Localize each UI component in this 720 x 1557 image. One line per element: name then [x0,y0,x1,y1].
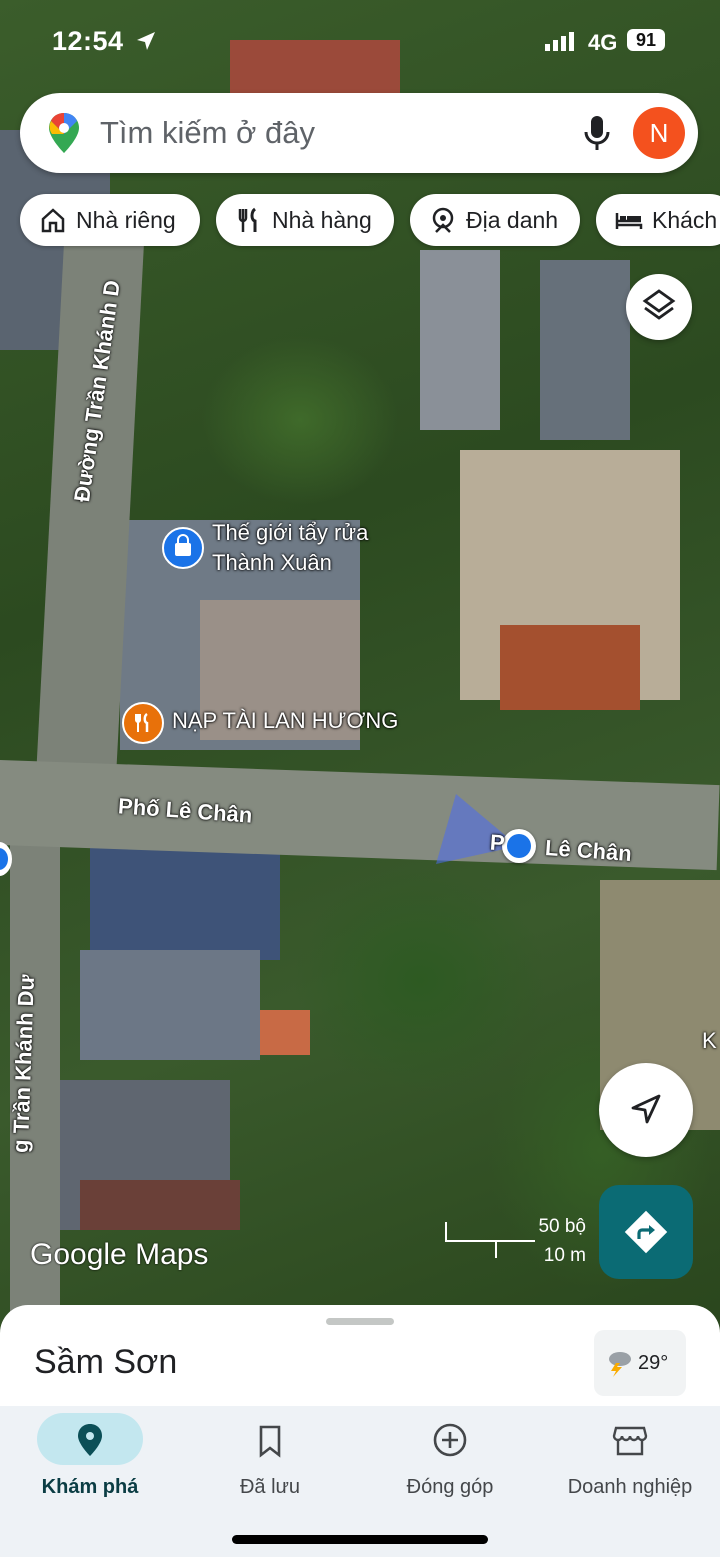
storefront-icon [612,1426,648,1456]
signal-icon [545,32,574,51]
chip-label: Khách [652,206,718,233]
home-indicator[interactable] [232,1535,488,1544]
landmark-icon [432,207,454,233]
explore-pin-icon [78,1424,102,1456]
tab-label: Doanh nghiệp [567,1476,693,1498]
add-circle-icon [433,1423,467,1457]
category-chips: Nhà riêng Nhà hàng Địa danh Khách [20,194,720,248]
scale-metric: 10 m [543,1245,586,1266]
map-scale: 50 bộ 10 m [445,1216,590,1268]
street-label-main-right-prefix: P [489,829,506,856]
scale-imperial: 50 bộ [538,1216,586,1237]
chip-landmark[interactable]: Địa danh [410,194,580,246]
status-time: 12:54 [52,26,124,56]
tab-business[interactable]: Doanh nghiệp [540,1406,720,1526]
tab-label: Khám phá [41,1476,139,1498]
tab-saved[interactable]: Đã lưu [180,1406,360,1526]
restaurant-icon [122,702,164,744]
thunderstorm-icon [609,1352,631,1377]
tab-explore[interactable]: Khám phá [0,1406,180,1526]
current-location-dot [502,829,536,863]
chip-restaurant[interactable]: Nhà hàng [216,194,394,246]
directions-icon [624,1210,668,1254]
shopping-bag-icon [162,527,204,569]
mic-icon[interactable] [582,113,612,153]
layers-button[interactable] [626,274,692,340]
building [500,625,640,710]
tab-label: Đóng góp [406,1476,494,1498]
restaurant-icon [238,207,257,232]
poi-label: Thế giới tẩy rửa [212,520,369,545]
building [540,260,630,440]
chip-hotel[interactable]: Khách [596,194,720,246]
building [80,950,260,1060]
search-bar[interactable]: Tìm kiếm ở đây N [20,93,698,173]
network-type: 4G [588,30,618,55]
street-label-edge: K [702,1028,717,1053]
poi-cleaning-store[interactable]: Thế giới tẩy rửa Thành Xuân [160,520,400,580]
weather-badge[interactable]: 29° [594,1330,686,1396]
layers-icon [642,289,676,320]
home-icon [41,208,65,233]
battery-icon: 91 [627,29,665,51]
google-maps-logo: Google Maps [30,1238,209,1271]
my-location-button[interactable] [599,1063,693,1157]
chip-label: Nhà riêng [76,206,176,233]
directions-button[interactable] [599,1185,693,1279]
poi-label: Thành Xuân [212,550,332,575]
temperature: 29° [638,1352,669,1374]
avatar[interactable]: N [633,107,685,159]
tab-label: Đã lưu [239,1476,301,1498]
navigation-arrow-icon [631,1094,661,1124]
building [420,250,500,430]
google-maps-pin-icon [49,113,79,153]
search-input[interactable]: Tìm kiếm ở đây [100,115,315,151]
hotel-icon [615,213,643,229]
poi-label: NẠP TÀI LAN HƯƠNG [172,708,399,733]
building [260,1010,310,1055]
bookmark-icon [259,1425,281,1458]
chip-label: Nhà hàng [272,206,372,233]
building [80,1180,240,1230]
status-bar: 12:54 4G 91 [0,0,720,80]
chip-home[interactable]: Nhà riêng [20,194,200,246]
place-name: Sầm Sơn [34,1343,178,1381]
tab-contribute[interactable]: Đóng góp [360,1406,540,1526]
chip-label: Địa danh [466,206,559,233]
poi-restaurant[interactable]: NẠP TÀI LAN HƯƠNG [120,700,420,744]
sheet-handle[interactable] [326,1318,394,1325]
location-arrow-icon [137,32,155,50]
